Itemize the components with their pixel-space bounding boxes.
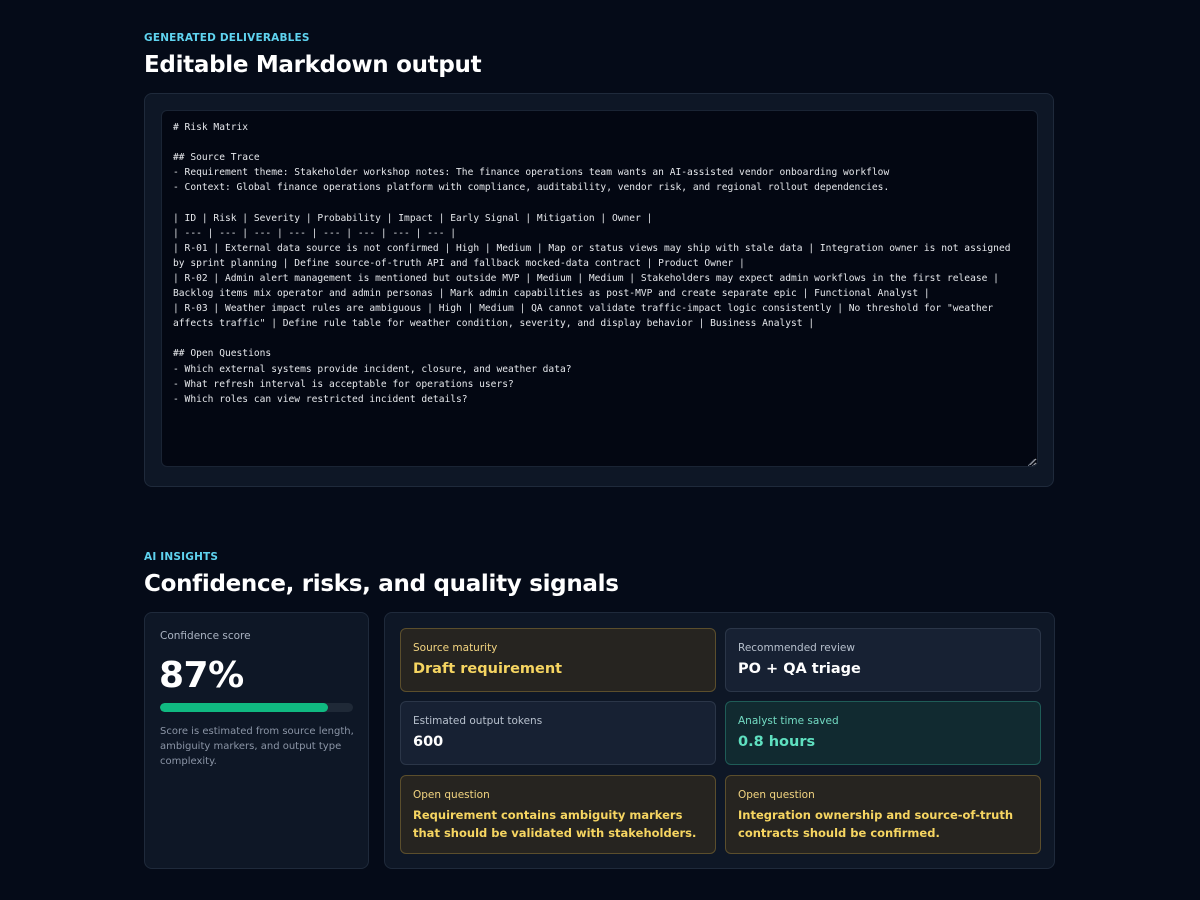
deliverables-title: Editable Markdown output	[144, 52, 482, 78]
signal-tile-output-tokens: Estimated output tokens 600	[400, 701, 716, 765]
insights-title: Confidence, risks, and quality signals	[144, 571, 619, 597]
page: GENERATED DELIVERABLES Editable Markdown…	[0, 0, 1200, 900]
insights-eyebrow: AI INSIGHTS	[144, 551, 219, 563]
signal-tile-time-saved: Analyst time saved 0.8 hours	[725, 701, 1041, 765]
signal-tile-recommended-review: Recommended review PO + QA triage	[725, 628, 1041, 692]
signal-tile-open-question: Open question Integration ownership and …	[725, 775, 1041, 854]
deliverables-eyebrow: GENERATED DELIVERABLES	[144, 32, 310, 44]
confidence-note: Score is estimated from source length, a…	[160, 726, 354, 767]
confidence-label: Confidence score	[160, 630, 251, 642]
signal-tile-open-question: Open question Requirement contains ambig…	[400, 775, 716, 854]
signal-value: 0.8 hours	[738, 734, 816, 750]
confidence-progress-fill	[160, 703, 328, 712]
signal-label: Estimated output tokens	[413, 715, 543, 727]
signal-label: Open question	[413, 789, 490, 801]
confidence-value: 87%	[159, 655, 244, 696]
signal-label: Recommended review	[738, 642, 855, 654]
signal-tile-source-maturity: Source maturity Draft requirement	[400, 628, 716, 692]
markdown-editor[interactable]: # Risk Matrix ## Source Trace - Requirem…	[161, 110, 1038, 467]
signal-label: Source maturity	[413, 642, 498, 654]
signal-value: Requirement contains ambiguity markers t…	[413, 808, 697, 840]
markdown-editor-card: # Risk Matrix ## Source Trace - Requirem…	[144, 93, 1054, 487]
signal-value: PO + QA triage	[738, 661, 861, 677]
signal-label: Analyst time saved	[738, 715, 839, 727]
signal-label: Open question	[738, 789, 815, 801]
signal-value: 600	[413, 734, 444, 750]
confidence-card: Confidence score 87% Score is estimated …	[144, 612, 369, 869]
confidence-progress-track	[160, 703, 353, 712]
signal-value: Draft requirement	[413, 661, 563, 677]
quality-signals-card: Source maturity Draft requirement Recomm…	[384, 612, 1055, 869]
signal-value: Integration ownership and source-of-trut…	[738, 808, 1014, 840]
